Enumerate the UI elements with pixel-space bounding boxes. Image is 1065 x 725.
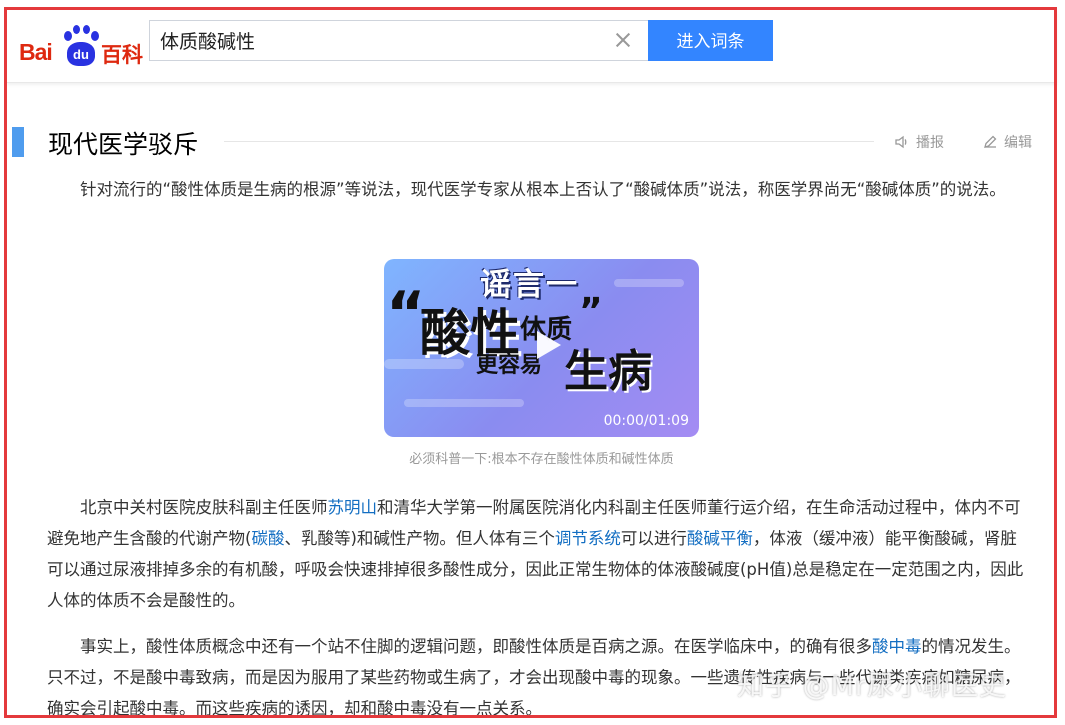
search-box <box>149 20 649 61</box>
link-carbonic-acid[interactable]: 碳酸 <box>251 529 284 548</box>
link-su-mingshan[interactable]: 苏明山 <box>328 498 378 517</box>
intro-paragraph: 针对流行的“酸性体质是生病的根源”等说法，现代医学专家从根本上否认了“酸碱体质”… <box>80 180 1006 199</box>
link-acid-base-balance[interactable]: 酸碱平衡 <box>687 529 753 548</box>
clear-icon[interactable] <box>614 31 632 49</box>
logo-du-text: du <box>67 42 95 66</box>
video-duration: 00:00/01:09 <box>603 413 689 429</box>
listen-label: 播报 <box>916 135 944 151</box>
listen-button[interactable]: 播报 <box>894 132 944 152</box>
section-accent-bar <box>12 127 24 157</box>
edit-label: 编辑 <box>1004 135 1032 151</box>
p2-text-4: 可以进行 <box>620 529 687 548</box>
section-divider <box>224 141 874 142</box>
zhihu-watermark: 知乎 @Mr尿小聊医史 <box>737 671 1007 702</box>
p3-text-1: 事实上，酸性体质概念中还有一个站不住脚的逻辑问题，即酸性体质是百病之源。在医学临… <box>80 637 872 656</box>
enter-entry-button[interactable]: 进入词条 <box>648 20 773 61</box>
top-bar: Bai du 百科 进入词条 <box>7 10 1057 83</box>
play-icon[interactable] <box>527 327 563 363</box>
p2-text-1: 北京中关村医院皮肤科副主任医师 <box>80 498 328 517</box>
section-header: 现代医学驳斥 播报 编辑 <box>12 122 1047 162</box>
search-input[interactable] <box>150 21 605 60</box>
speaker-icon <box>895 135 907 149</box>
logo-bai-text: Bai <box>19 39 53 65</box>
p2-text-3: 、乳酸等)和碱性产物。但人体有三个 <box>284 529 555 548</box>
paw-icon: du <box>61 25 101 67</box>
section-title: 现代医学驳斥 <box>48 130 199 159</box>
video-player[interactable]: 谣言一 “ 酸性 体质 ” 更容易 生病 00:00/01:09 <box>384 259 699 437</box>
video-caption: 必须科普一下:根本不存在酸性体质和碱性体质 <box>409 452 674 467</box>
logo-baike-text: 百科 <box>101 43 143 67</box>
video-text-line3b: 生病 <box>564 346 652 397</box>
paragraph-2: 北京中关村医院皮肤科副主任医师苏明山和清华大学第一附属医院消化内科副主任医师董行… <box>47 492 1031 616</box>
baidu-baike-logo[interactable]: Bai du 百科 <box>19 25 145 69</box>
link-acidosis[interactable]: 酸中毒 <box>872 637 922 656</box>
link-regulatory-system[interactable]: 调节系统 <box>555 529 621 548</box>
edit-button[interactable]: 编辑 <box>982 132 1032 152</box>
video-close-quote: ” <box>579 291 603 332</box>
pencil-icon <box>984 135 997 148</box>
